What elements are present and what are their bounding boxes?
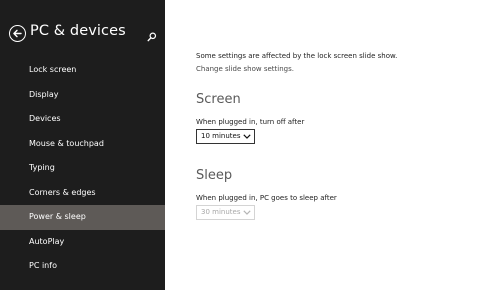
sidebar-header: PC & devices	[0, 0, 165, 60]
sidebar-item-typing[interactable]: Typing	[0, 156, 165, 181]
screen-timeout-value: 10 minutes	[201, 132, 241, 140]
sleep-timeout-select: 30 minutes	[196, 205, 255, 220]
sleep-timeout-value: 30 minutes	[201, 208, 241, 216]
screen-timeout-select[interactable]: 10 minutes	[196, 129, 255, 144]
sidebar-item-devices[interactable]: Devices	[0, 107, 165, 132]
sidebar: PC & devices Lock screen Display Devices…	[0, 0, 165, 290]
sidebar-item-mouse-touchpad[interactable]: Mouse & touchpad	[0, 132, 165, 157]
sleep-section-title: Sleep	[196, 168, 233, 183]
search-icon	[147, 32, 157, 42]
chevron-down-icon	[243, 134, 251, 139]
sidebar-item-corners-edges[interactable]: Corners & edges	[0, 181, 165, 206]
back-arrow-icon	[13, 29, 22, 38]
sidebar-item-lock-screen[interactable]: Lock screen	[0, 58, 165, 83]
sidebar-item-pc-info[interactable]: PC info	[0, 254, 165, 279]
back-button[interactable]	[9, 25, 26, 42]
page-title: PC & devices	[30, 23, 126, 39]
sidebar-item-power-sleep[interactable]: Power & sleep	[0, 205, 165, 230]
sidebar-item-display[interactable]: Display	[0, 83, 165, 108]
sidebar-item-autoplay[interactable]: AutoPlay	[0, 230, 165, 255]
sleep-timeout-label: When plugged in, PC goes to sleep after	[196, 194, 337, 202]
change-slide-show-link[interactable]: Change slide show settings.	[196, 65, 294, 73]
screen-section-title: Screen	[196, 92, 241, 107]
chevron-down-icon	[243, 210, 251, 215]
main-content: Some settings are affected by the lock s…	[196, 0, 496, 290]
screen-timeout-label: When plugged in, turn off after	[196, 118, 305, 126]
sidebar-nav: Lock screen Display Devices Mouse & touc…	[0, 58, 165, 279]
lock-screen-note: Some settings are affected by the lock s…	[196, 52, 398, 60]
search-button[interactable]	[146, 28, 158, 42]
